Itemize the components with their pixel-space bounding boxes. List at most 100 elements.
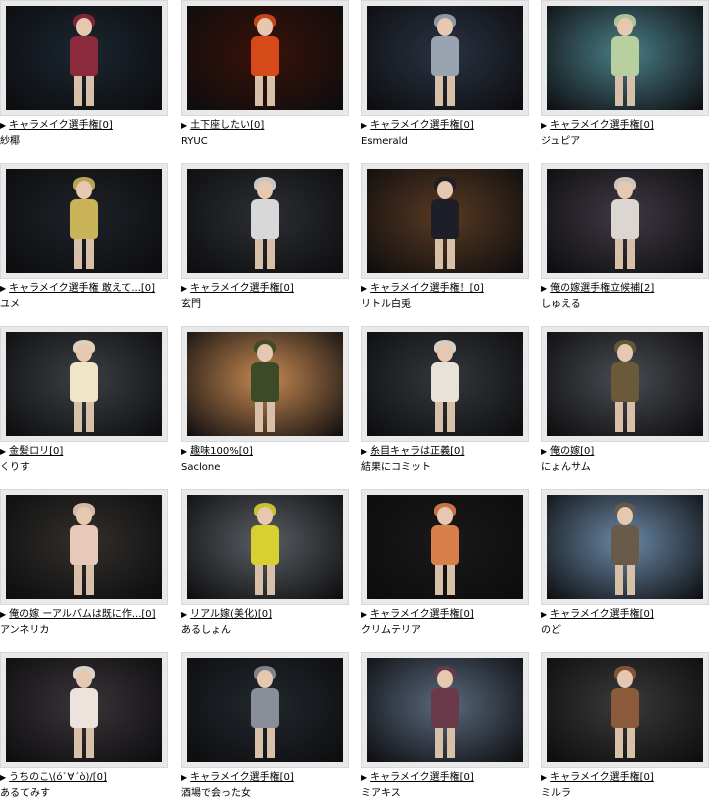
title-row: ▶ キャラメイク選手権[0]: [361, 119, 533, 133]
arrow-icon: ▶: [541, 447, 548, 456]
item-title-link[interactable]: リアル嫁(美化)[0]: [190, 608, 272, 622]
character-head: [437, 670, 453, 688]
character-screenshot[interactable]: [6, 495, 162, 599]
thumbnail-frame[interactable]: [181, 0, 349, 116]
thumbnail-frame[interactable]: [0, 163, 168, 279]
character-body: [251, 36, 279, 76]
title-row: ▶ うちのこ\(ó`∀´ò)/[0]: [0, 771, 172, 785]
character-body: [611, 36, 639, 76]
gallery-grid: ▶ キャラメイク選手権[0] 紗椰 ▶ 土下座したい[0] RYUC ▶ キャラメイク選手権[…: [0, 0, 712, 810]
thumbnail-frame[interactable]: [541, 489, 709, 605]
item-title-link[interactable]: 俺の嫁 ーアルバムは既に作...[0]: [9, 608, 155, 622]
item-author: あるてみす: [0, 788, 50, 799]
character-screenshot[interactable]: [367, 169, 523, 273]
character-legs: [435, 76, 455, 106]
item-author: のど: [541, 625, 561, 636]
thumbnail-frame[interactable]: [541, 0, 709, 116]
title-row: ▶ 趣味100%[0]: [181, 445, 353, 459]
character-body: [611, 688, 639, 728]
thumbnail-frame[interactable]: [361, 0, 529, 116]
character-head: [437, 181, 453, 199]
thumbnail-frame[interactable]: [181, 489, 349, 605]
thumbnail-frame[interactable]: [0, 326, 168, 442]
item-caption: ▶ キャラメイク選手権[0] 酒場で会った女: [181, 771, 353, 801]
character-legs: [255, 728, 275, 758]
character-body: [251, 525, 279, 565]
thumbnail-frame[interactable]: [361, 163, 529, 279]
character-screenshot[interactable]: [547, 658, 703, 762]
character-legs: [615, 402, 635, 432]
item-title-link[interactable]: キャラメイク選手権[0]: [550, 771, 654, 785]
thumbnail-frame[interactable]: [181, 163, 349, 279]
item-title-link[interactable]: キャラメイク選手権！[0]: [370, 282, 484, 296]
character-screenshot[interactable]: [547, 169, 703, 273]
thumbnail-frame[interactable]: [541, 326, 709, 442]
item-caption: ▶ キャラメイク選手権[0] 玄門: [181, 282, 353, 312]
character-screenshot[interactable]: [367, 658, 523, 762]
item-title-link[interactable]: キャラメイク選手権 敢えて...[0]: [9, 282, 155, 296]
item-caption: ▶ キャラメイク選手権[0] ミアキス: [361, 771, 533, 801]
thumbnail-frame[interactable]: [361, 326, 529, 442]
item-title-link[interactable]: キャラメイク選手権[0]: [9, 119, 113, 133]
character-screenshot[interactable]: [547, 332, 703, 436]
thumbnail-frame[interactable]: [541, 652, 709, 768]
character-screenshot[interactable]: [6, 332, 162, 436]
item-title-link[interactable]: キャラメイク選手権[0]: [370, 119, 474, 133]
thumbnail-frame[interactable]: [0, 489, 168, 605]
thumbnail-frame[interactable]: [0, 652, 168, 768]
character-screenshot[interactable]: [187, 495, 343, 599]
arrow-icon: ▶: [361, 447, 368, 456]
item-author: リトル白兎: [361, 299, 411, 310]
title-row: ▶ キャラメイク選手権[0]: [181, 771, 353, 785]
item-title-link[interactable]: 趣味100%[0]: [190, 445, 253, 459]
item-title-link[interactable]: キャラメイク選手権[0]: [190, 771, 294, 785]
character-head: [617, 507, 633, 525]
character-screenshot[interactable]: [6, 169, 162, 273]
title-row: ▶ キャラメイク選手権[0]: [361, 771, 533, 785]
character-screenshot[interactable]: [6, 658, 162, 762]
item-title-link[interactable]: キャラメイク選手権[0]: [370, 608, 474, 622]
item-title-link[interactable]: キャラメイク選手権[0]: [550, 119, 654, 133]
character-screenshot[interactable]: [367, 6, 523, 110]
character-screenshot[interactable]: [547, 495, 703, 599]
thumbnail-frame[interactable]: [0, 0, 168, 116]
item-title-link[interactable]: キャラメイク選手権[0]: [370, 771, 474, 785]
item-author: 酒場で会った女: [181, 788, 251, 799]
character-legs: [435, 728, 455, 758]
title-row: ▶ キャラメイク選手権！[0]: [361, 282, 533, 296]
thumbnail-frame[interactable]: [361, 489, 529, 605]
item-caption: ▶ キャラメイク選手権[0] Esmerald: [361, 119, 533, 149]
item-title-link[interactable]: うちのこ\(ó`∀´ò)/[0]: [9, 771, 107, 785]
character-screenshot[interactable]: [367, 495, 523, 599]
character-legs: [74, 728, 94, 758]
character-legs: [255, 565, 275, 595]
item-title-link[interactable]: 俺の嫁[0]: [550, 445, 594, 459]
character-screenshot[interactable]: [187, 658, 343, 762]
item-title-link[interactable]: 糸目キャラは正義[0]: [370, 445, 464, 459]
character-head: [617, 670, 633, 688]
thumbnail-frame[interactable]: [541, 163, 709, 279]
character-body: [70, 688, 98, 728]
character-screenshot[interactable]: [187, 332, 343, 436]
item-title-link[interactable]: キャラメイク選手権[0]: [550, 608, 654, 622]
character-screenshot[interactable]: [187, 6, 343, 110]
item-caption: ▶ キャラメイク選手権[0] ジュピア: [541, 119, 712, 149]
character-body: [431, 688, 459, 728]
character-screenshot[interactable]: [6, 6, 162, 110]
thumbnail-frame[interactable]: [181, 652, 349, 768]
thumbnail-frame[interactable]: [181, 326, 349, 442]
arrow-icon: ▶: [541, 284, 548, 293]
character-body: [251, 362, 279, 402]
item-caption: ▶ 金髪ロリ[0] くりす: [0, 445, 172, 475]
thumbnail-frame[interactable]: [361, 652, 529, 768]
item-title-link[interactable]: 土下座したい[0]: [190, 119, 264, 133]
item-title-link[interactable]: 金髪ロリ[0]: [9, 445, 63, 459]
item-title-link[interactable]: キャラメイク選手権[0]: [190, 282, 294, 296]
item-caption: ▶ キャラメイク選手権[0] クリムテリア: [361, 608, 533, 638]
item-title-link[interactable]: 俺の嫁選手権立候補[2]: [550, 282, 654, 296]
character-body: [431, 525, 459, 565]
item-caption: ▶ 俺の嫁 ーアルバムは既に作...[0] アンネリカ: [0, 608, 172, 638]
character-screenshot[interactable]: [367, 332, 523, 436]
character-screenshot[interactable]: [187, 169, 343, 273]
character-screenshot[interactable]: [547, 6, 703, 110]
